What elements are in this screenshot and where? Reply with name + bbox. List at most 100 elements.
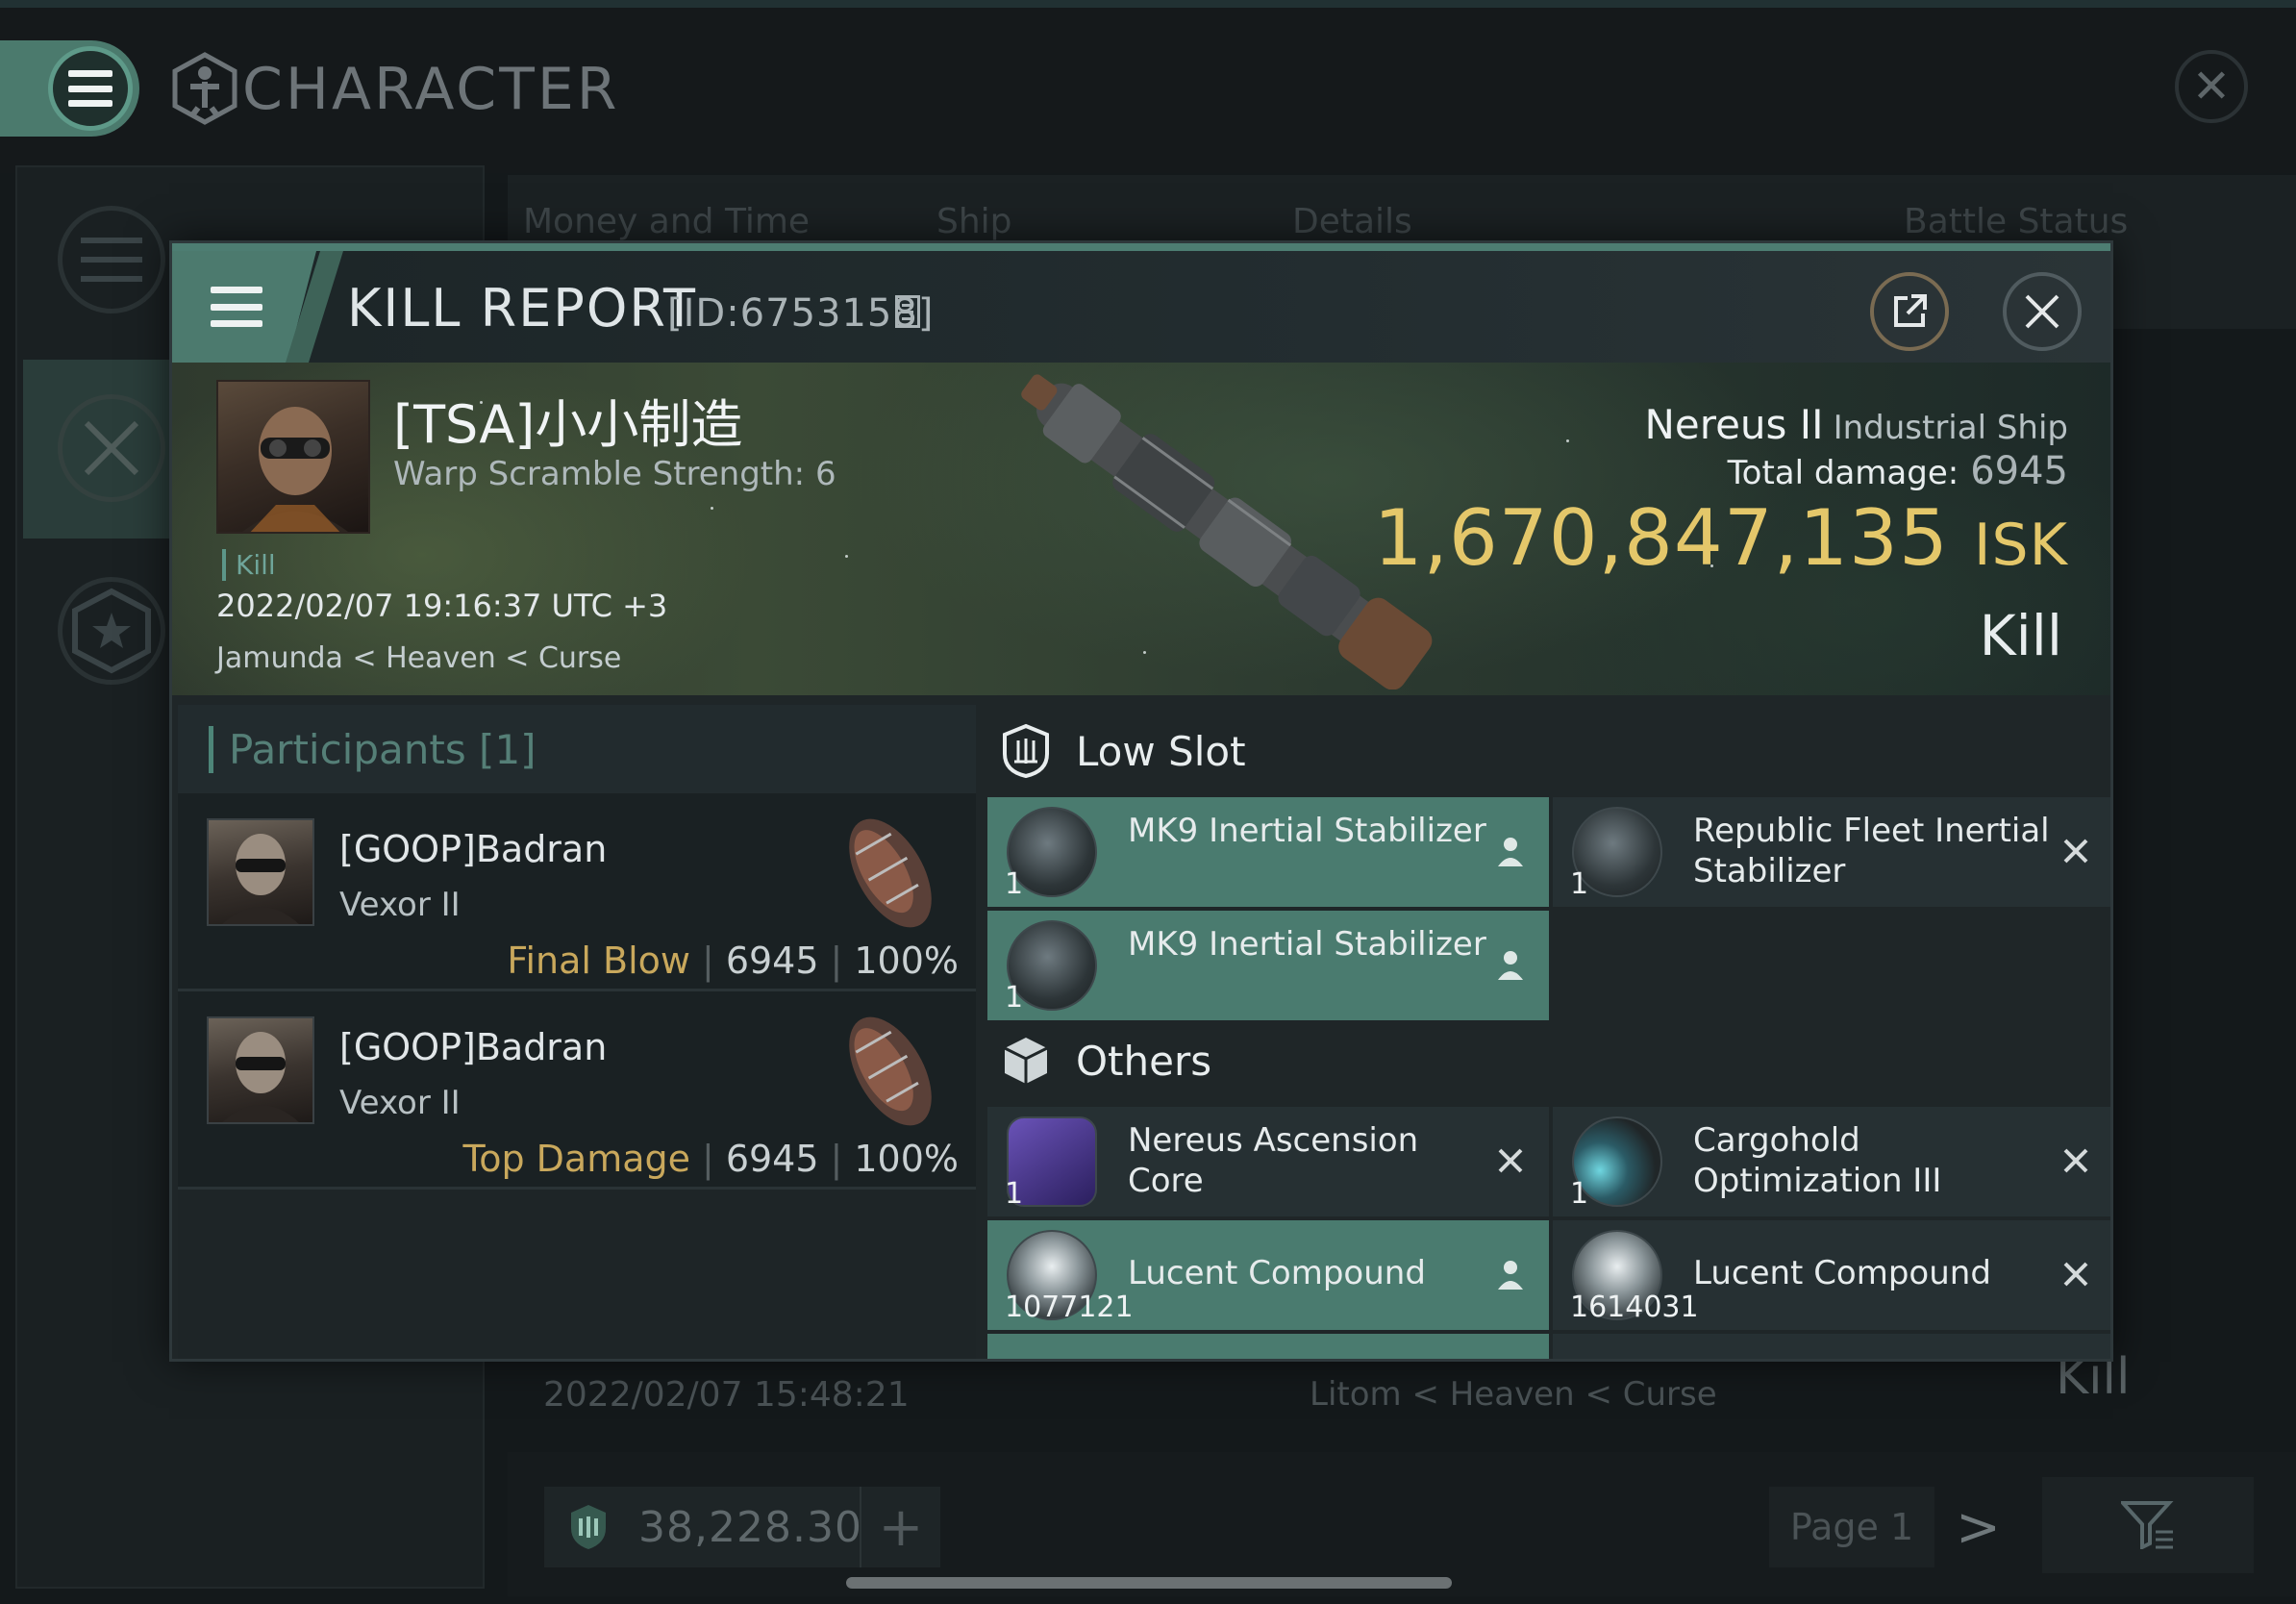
participant-stats: Top Damage | 6945 | 100%: [462, 1138, 959, 1180]
item-quantity: 1: [1005, 1177, 1024, 1211]
destroyed-x-icon: [2059, 834, 2093, 868]
tab-ship[interactable]: Ship: [936, 202, 1012, 241]
list-icon[interactable]: [58, 206, 165, 313]
close-icon: [2025, 294, 2059, 329]
isk-unit: ISK: [1973, 512, 2068, 579]
vexor-ship-image: [849, 818, 932, 928]
tab-details[interactable]: Details: [1292, 202, 1412, 241]
low-slot-header: Low Slot: [982, 705, 2110, 797]
low-slot-icon: [1003, 723, 1049, 779]
destroyed-x-icon: [2059, 1257, 2093, 1291]
item-row[interactable]: 1077121 Lucent Compound: [987, 1220, 1549, 1330]
item-row[interactable]: 1 MK9 Inertial Stabilizer: [987, 911, 1549, 1020]
bg-list-item-location: Litom < Heaven < Curse: [1310, 1375, 1717, 1414]
bg-list-item-date: 2022/02/07 15:48:21: [543, 1375, 910, 1415]
kill-time: 2022/02/07 19:16:37 UTC +3: [216, 588, 668, 624]
character-icon: [172, 52, 237, 125]
vexor-ship-image: [849, 1016, 932, 1126]
star-badge-icon[interactable]: [58, 577, 165, 685]
participant-portrait[interactable]: [207, 1016, 314, 1124]
item-row-partial[interactable]: [1553, 1334, 2110, 1359]
kill-report-modal: KILL REPORT [ID:6753158] [TSA]小小制造 Warp …: [169, 240, 2113, 1362]
destroyed-x-icon: [1493, 1143, 1528, 1178]
item-row[interactable]: 1614031 Lucent Compound: [1553, 1220, 2110, 1330]
kill-tag: Kill: [222, 549, 276, 581]
item-quantity: 1614031: [1570, 1291, 1699, 1324]
isk-value: 1,670,847,135 ISK: [1374, 493, 2068, 583]
victim-name[interactable]: [TSA]小小制造: [393, 382, 742, 458]
low-slot-title: Low Slot: [1076, 727, 1246, 775]
ship-class: Industrial Ship: [1833, 409, 2068, 447]
dropped-person-icon: [1493, 1257, 1528, 1291]
participants-title: Participants [1]: [209, 725, 537, 773]
wallet-icon: [571, 1505, 606, 1549]
participant-portrait[interactable]: [207, 818, 314, 926]
close-button[interactable]: [2003, 272, 2082, 351]
main-menu-button[interactable]: [48, 46, 133, 131]
ship-name-text: Nereus II: [1644, 401, 1824, 448]
modal-header: KILL REPORT [ID:6753158]: [172, 243, 2110, 363]
copy-icon[interactable]: [895, 295, 920, 328]
item-name: MK9 Inertial Stabilizer: [1128, 925, 1486, 964]
item-name: Republic Fleet Inertial Stabilizer: [1693, 812, 2050, 890]
kill-banner: [TSA]小小制造 Warp Scramble Strength: 6 Kill…: [172, 363, 2110, 695]
participant-name[interactable]: [GOOP]Badran: [339, 1026, 607, 1068]
filter-button[interactable]: [2042, 1477, 2254, 1573]
item-row[interactable]: 1 MK9 Inertial Stabilizer: [987, 797, 1549, 907]
participant-percent: 100%: [854, 940, 959, 982]
total-damage: Total damage: 6945: [1728, 449, 2068, 493]
wallet-balance: 38,228.30 +: [544, 1487, 940, 1567]
external-link-icon: [1894, 294, 1927, 327]
participant-percent: 100%: [854, 1138, 959, 1180]
kill-location[interactable]: Jamunda < Heaven < Curse: [216, 641, 621, 675]
participants-header: Participants [1]: [178, 705, 976, 793]
wallet-value: 38,228.30: [638, 1502, 862, 1552]
report-id: [ID:6753158]: [667, 291, 935, 336]
top-damage-label: Top Damage: [462, 1138, 691, 1180]
participants-panel: Participants [1] [GOOP]Badran Vexor II F…: [178, 705, 976, 1359]
participant-damage: 6945: [725, 1138, 819, 1180]
hamburger-icon: [68, 70, 112, 107]
dropped-person-icon: [1493, 947, 1528, 982]
tab-money-and-time[interactable]: Money and Time: [523, 202, 810, 241]
item-quantity: 1: [1005, 867, 1024, 901]
participant-ship: Vexor II: [339, 1084, 461, 1122]
item-name: Cargohold Optimization III: [1693, 1121, 1942, 1200]
ship-name[interactable]: Nereus II Industrial Ship: [1644, 401, 2068, 448]
crossed-swords-icon[interactable]: [58, 394, 165, 502]
participant-name[interactable]: [GOOP]Badran: [339, 828, 607, 870]
item-name: Nereus Ascension Core: [1128, 1121, 1419, 1200]
warp-scramble-strength: Warp Scramble Strength: 6: [393, 455, 836, 493]
share-button[interactable]: [1870, 272, 1949, 351]
total-damage-label: Total damage:: [1727, 454, 1959, 492]
add-funds-button[interactable]: +: [860, 1487, 940, 1567]
item-quantity: 1: [1570, 867, 1589, 901]
item-row[interactable]: 1 Nereus Ascension Core: [987, 1107, 1549, 1216]
item-name: MK9 Inertial Stabilizer: [1128, 812, 1486, 850]
page-label: Page 1: [1769, 1487, 1934, 1567]
item-quantity: 1077121: [1005, 1291, 1134, 1324]
box-icon: [1004, 1038, 1048, 1084]
final-blow-label: Final Blow: [507, 940, 691, 982]
item-row[interactable]: 1 Republic Fleet Inertial Stabilizer: [1553, 797, 2110, 907]
participant-damage: 6945: [725, 940, 819, 982]
participant-stats: Final Blow | 6945 | 100%: [507, 940, 959, 982]
item-name: Lucent Compound: [1128, 1254, 1426, 1292]
filter-icon: [2121, 1501, 2174, 1549]
item-name: Lucent Compound: [1693, 1254, 1991, 1292]
tab-battle-status[interactable]: Battle Status: [1904, 202, 2128, 241]
item-row-partial[interactable]: [987, 1334, 1549, 1359]
participant-row[interactable]: [GOOP]Badran Vexor II Final Blow | 6945 | 10…: [178, 793, 976, 991]
participant-ship: Vexor II: [339, 886, 461, 924]
item-row[interactable]: 1 Cargohold Optimization III: [1553, 1107, 2110, 1216]
victim-portrait[interactable]: [216, 380, 370, 534]
page-title: CHARACTER: [242, 56, 620, 123]
participant-row[interactable]: [GOOP]Badran Vexor II Top Damage | 6945 | 10…: [178, 991, 976, 1190]
others-title: Others: [1076, 1037, 1212, 1085]
others-header: Others: [982, 1015, 2110, 1107]
item-quantity: 1: [1005, 981, 1024, 1015]
next-page-button[interactable]: >: [1956, 1496, 2001, 1559]
dropped-person-icon: [1493, 834, 1528, 868]
isk-amount: 1,670,847,135: [1373, 493, 1949, 583]
close-icon[interactable]: ✕: [2175, 50, 2248, 123]
